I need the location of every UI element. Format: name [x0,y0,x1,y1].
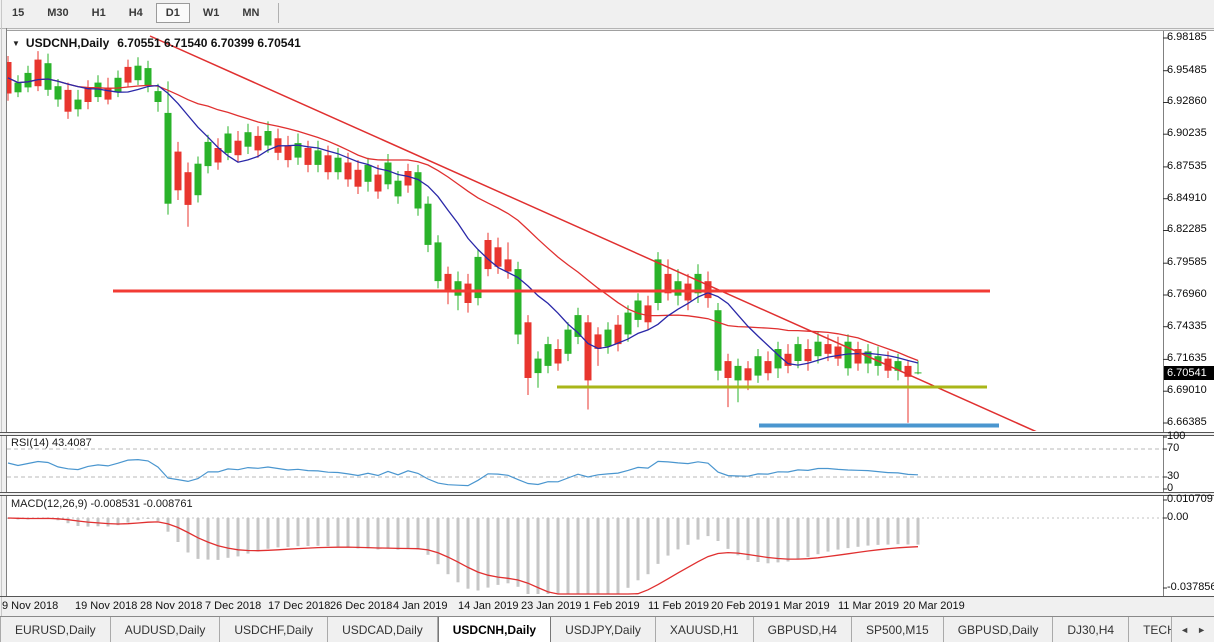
price-axis-label: 6.71635 [1167,352,1207,364]
date-axis-label: 26 Dec 2018 [330,600,392,612]
chart-tab-bar: EURUSD,DailyAUDUSD,DailyUSDCHF,DailyUSDC… [0,616,1214,642]
price-axis-label: 6.69010 [1167,384,1207,396]
date-axis-label: 20 Mar 2019 [903,600,965,612]
date-axis-label: 23 Jan 2019 [521,600,582,612]
chart-title: ▼ USDCNH,Daily 6.70551 6.71540 6.70399 6.7… [12,36,301,50]
price-chart-canvas [0,0,1214,642]
macd-axis-label: 0.00 [1167,511,1188,523]
chart-tab-usdcnh-daily[interactable]: USDCNH,Daily [438,617,551,642]
current-price-tag: 6.70541 [1164,366,1214,380]
macd-axis-label: -0.037856 [1167,581,1214,593]
price-axis-label: 6.66385 [1167,416,1207,428]
chart-symbol-label: USDCNH,Daily [26,36,109,50]
chart-tab-sp500-m15[interactable]: SP500,M15 [852,617,944,642]
date-axis-label: 1 Feb 2019 [584,600,640,612]
date-axis-label: 19 Nov 2018 [75,600,137,612]
date-axis-label: 4 Jan 2019 [393,600,447,612]
date-axis-label: 11 Feb 2019 [648,600,709,612]
rsi-axis-label: 70 [1167,442,1179,454]
chart-ohlc-values: 6.70551 6.71540 6.70399 6.70541 [117,36,301,50]
date-axis-label: 20 Feb 2019 [711,600,773,612]
rsi-axis-label: 30 [1167,470,1179,482]
date-axis-label: 28 Nov 2018 [140,600,202,612]
rsi-axis-label: 100 [1167,430,1185,442]
chart-tab-usdcad-daily[interactable]: USDCAD,Daily [328,617,438,642]
price-axis-label: 6.87535 [1167,160,1207,172]
price-axis-label: 6.95485 [1167,64,1207,76]
price-axis-label: 6.84910 [1167,192,1207,204]
price-axis-label: 6.79585 [1167,256,1207,268]
macd-axis-label: 0.010709 [1167,493,1213,505]
price-axis-label: 6.76960 [1167,288,1207,300]
macd-indicator-label: MACD(12,26,9) -0.008531 -0.008761 [11,498,193,510]
chart-tab-audusd-daily[interactable]: AUDUSD,Daily [111,617,221,642]
rsi-indicator-label: RSI(14) 43.4087 [11,437,92,449]
chart-tab-gbpusd-daily[interactable]: GBPUSD,Daily [944,617,1054,642]
tab-scroll-right-icon[interactable]: ► [1193,623,1210,637]
price-axis-label: 6.92860 [1167,95,1207,107]
chart-tab-gbpusd-h4[interactable]: GBPUSD,H4 [754,617,852,642]
chart-tab-usdchf-daily[interactable]: USDCHF,Daily [220,617,328,642]
chart-tab-dj30-h4[interactable]: DJ30,H4 [1053,617,1129,642]
date-axis-label: 9 Nov 2018 [2,600,58,612]
tab-scroll-left-icon[interactable]: ◄ [1176,623,1193,637]
price-axis-label: 6.98185 [1167,31,1207,43]
price-axis-label: 6.90235 [1167,127,1207,139]
trading-terminal: 15M30H1H4D1W1MN ▼USDCNH,Daily6.70551 6.7… [0,0,1214,642]
chart-tab-xauusd-h1[interactable]: XAUUSD,H1 [656,617,754,642]
date-axis-label: 1 Mar 2019 [774,600,830,612]
price-axis-label: 6.82285 [1167,223,1207,235]
date-axis-label: 7 Dec 2018 [205,600,261,612]
date-axis-label: 14 Jan 2019 [458,600,519,612]
date-axis-label: 17 Dec 2018 [268,600,330,612]
chart-tab-eurusd-daily[interactable]: EURUSD,Daily [1,617,111,642]
tab-scroll-controls: ◄ ► [1171,617,1214,642]
price-axis-label: 6.74335 [1167,320,1207,332]
chart-tab-usdjpy-daily[interactable]: USDJPY,Daily [551,617,656,642]
date-axis-label: 11 Mar 2019 [838,600,899,612]
symbol-dropdown-icon[interactable]: ▼ [12,39,20,48]
